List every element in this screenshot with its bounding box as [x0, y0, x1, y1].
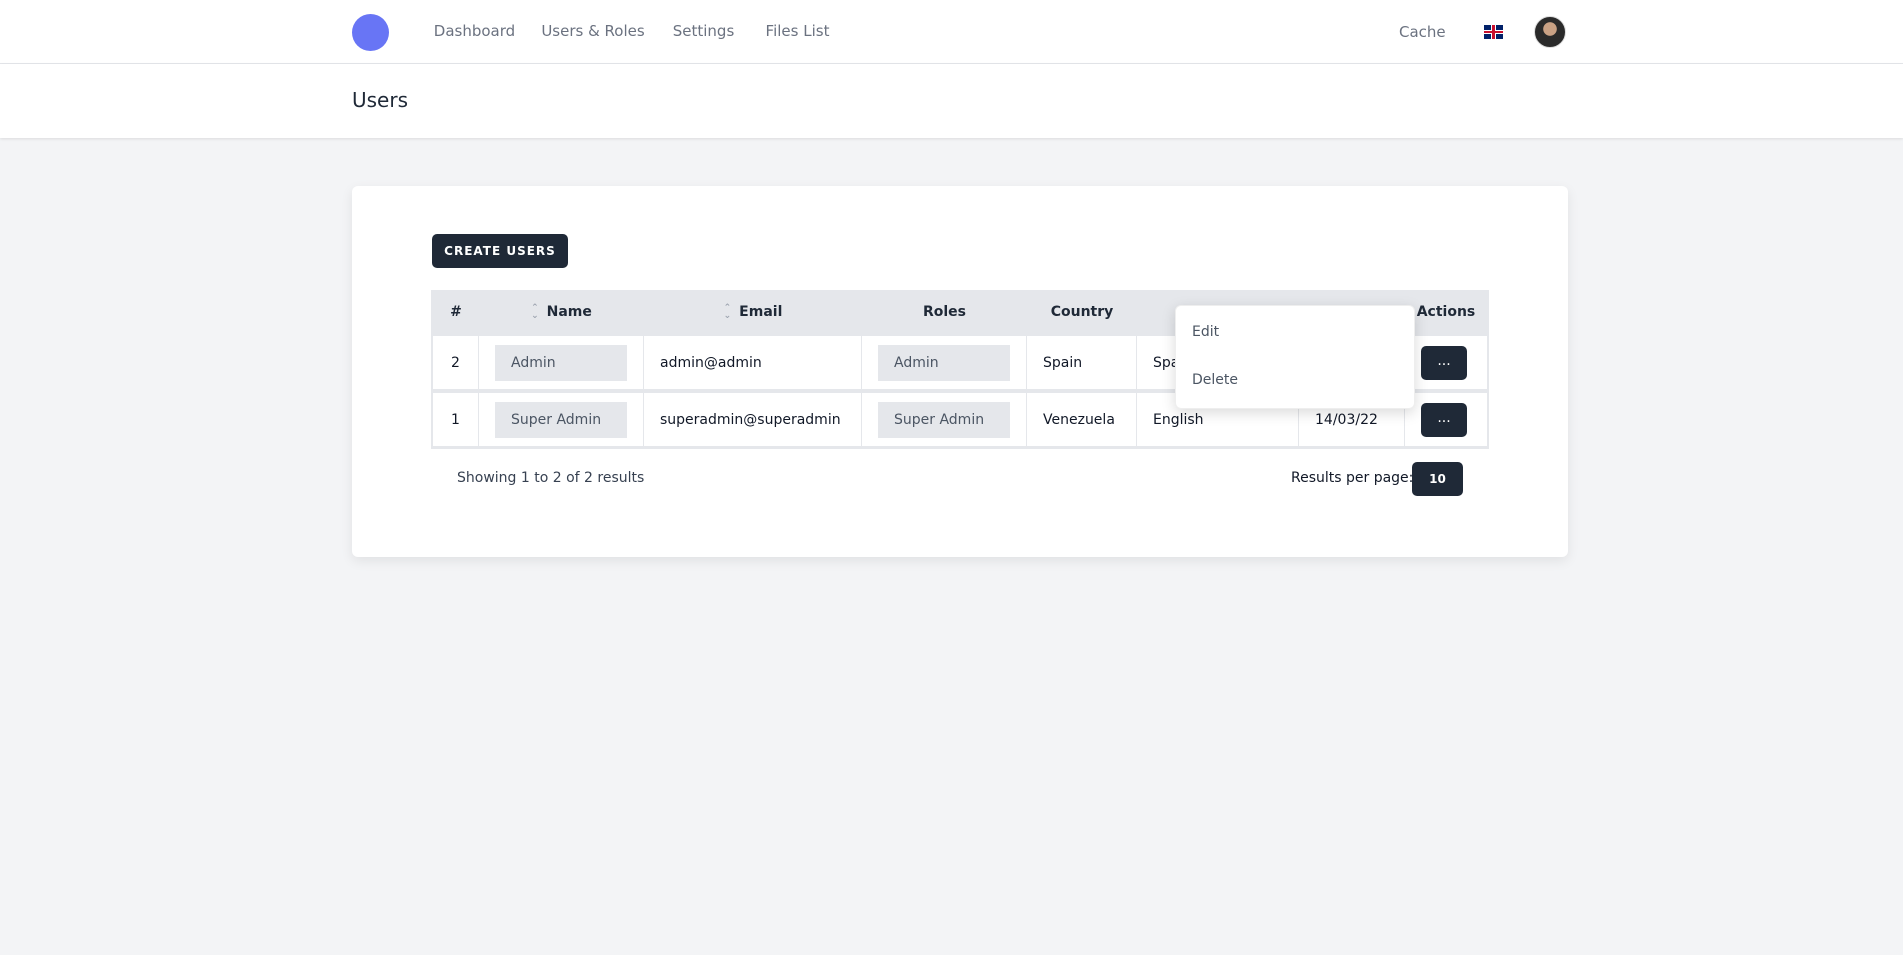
role-tag: Super Admin: [878, 401, 1010, 438]
col-country: Country: [1050, 304, 1114, 320]
cell-name: Admin: [479, 336, 643, 389]
cache-link[interactable]: Cache: [1399, 0, 1446, 64]
actions-dropdown: Edit Delete: [1175, 305, 1415, 409]
cell-id: 2: [433, 336, 478, 389]
cell-email: superadmin@superadmin: [644, 393, 861, 446]
nav-files-list[interactable]: Files List: [757, 0, 838, 65]
cell-role: Admin: [862, 336, 1026, 389]
cell-email: admin@admin: [644, 336, 861, 389]
sort-icon: ⌃ ⌄: [531, 303, 539, 321]
row-actions-button[interactable]: ...: [1421, 345, 1467, 380]
col-id: #: [450, 304, 462, 320]
nav-users-roles[interactable]: Users & Roles: [537, 0, 649, 65]
role-tag: Admin: [878, 344, 1010, 381]
top-nav: Dashboard Users & Roles Settings Files L…: [0, 0, 1903, 65]
results-per-page-label: Results per page:: [1291, 470, 1414, 486]
col-email[interactable]: ⌃ ⌄ Email: [644, 290, 862, 334]
cell-id: 1: [433, 393, 478, 446]
create-users-button[interactable]: CREATE USERS: [432, 234, 568, 268]
results-per-page-select[interactable]: 10: [1412, 462, 1463, 496]
cell-country: Venezuela: [1027, 393, 1136, 446]
delete-menu-item[interactable]: Delete: [1192, 372, 1238, 388]
user-avatar[interactable]: [1534, 16, 1566, 48]
col-name[interactable]: ⌃ ⌄ Name: [479, 290, 644, 334]
edit-menu-item[interactable]: Edit: [1192, 324, 1219, 340]
cell-name: Super Admin: [479, 393, 643, 446]
pagination-summary: Showing 1 to 2 of 2 results: [457, 470, 645, 486]
nav-dashboard[interactable]: Dashboard: [428, 0, 521, 65]
col-actions: Actions: [1416, 304, 1476, 320]
cell-role: Super Admin: [862, 393, 1026, 446]
cell-actions: ...: [1405, 336, 1487, 389]
logo[interactable]: [352, 14, 389, 51]
col-roles: Roles: [922, 304, 967, 320]
cell-actions: ...: [1405, 393, 1487, 446]
sort-icon: ⌃ ⌄: [723, 303, 732, 321]
page-header: Users: [0, 64, 1903, 138]
name-tag: Super Admin: [495, 401, 627, 438]
row-actions-button[interactable]: ...: [1421, 402, 1467, 437]
uk-flag-icon[interactable]: [1484, 25, 1503, 39]
nav-settings[interactable]: Settings: [665, 0, 742, 65]
cell-country: Spain: [1027, 336, 1136, 389]
name-tag: Admin: [495, 344, 627, 381]
page-title: Users: [352, 88, 409, 112]
